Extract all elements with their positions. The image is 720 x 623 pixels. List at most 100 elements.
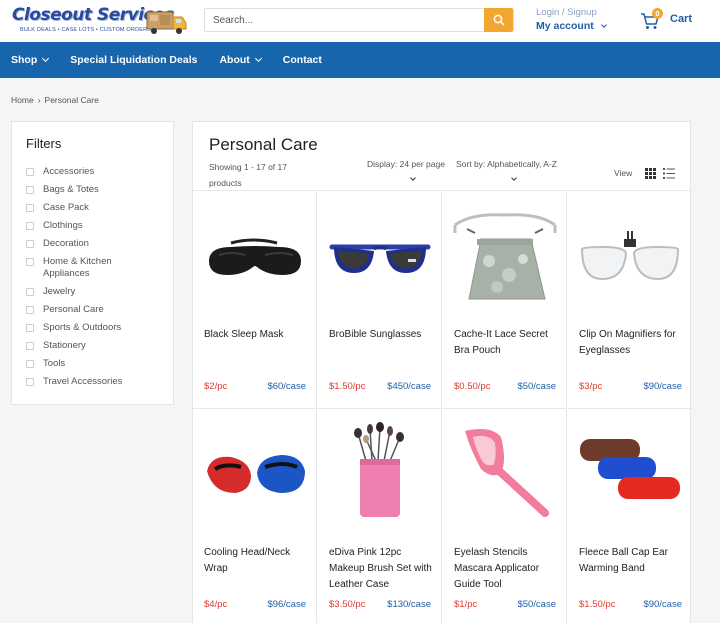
filter-checkbox[interactable] [26, 258, 34, 266]
filter-item[interactable]: Decoration [26, 238, 166, 250]
breadcrumb-home[interactable]: Home [11, 95, 34, 105]
product-case-price: $96/case [267, 599, 306, 610]
product-card[interactable]: eDiva Pink 12pc Makeup Brush Set with Le… [318, 408, 442, 623]
filter-item[interactable]: Tools [26, 358, 166, 370]
filter-checkbox[interactable] [26, 288, 34, 296]
eyelash-stencil-icon [465, 429, 549, 517]
view-label: View [614, 168, 633, 178]
filter-checkbox[interactable] [26, 342, 34, 350]
product-name[interactable]: BroBible Sunglasses [329, 327, 437, 343]
cart-count-badge: 0 [652, 8, 663, 19]
filter-item[interactable]: Sports & Outdoors [26, 322, 166, 334]
product-card[interactable]: Eyelash Stencils Mascara Applicator Guid… [443, 408, 567, 623]
login-signup-link[interactable]: Login / Signup [536, 7, 597, 18]
filter-checkbox[interactable] [26, 222, 34, 230]
breadcrumb-separator-icon: › [37, 95, 41, 105]
filters-title: Filters [26, 136, 62, 151]
filter-label: Bags & Totes [43, 184, 99, 195]
product-card[interactable]: BroBible Sunglasses $1.50/pc $450/case [318, 190, 442, 408]
nav-special-liquidation-deals[interactable]: Special Liquidation Deals [70, 54, 197, 66]
search-icon [493, 14, 505, 26]
grid-view-icon[interactable] [645, 168, 656, 179]
my-account-menu[interactable]: My account [536, 20, 607, 32]
filter-checkbox[interactable] [26, 360, 34, 368]
filter-item[interactable]: Personal Care [26, 304, 166, 316]
neck-wrap-icon [207, 455, 305, 493]
filter-label: Clothings [43, 220, 83, 231]
breadcrumb: Home › Personal Care [11, 95, 99, 105]
pouch-icon [453, 213, 557, 300]
sleep-mask-icon [209, 238, 301, 275]
product-name[interactable]: eDiva Pink 12pc Makeup Brush Set with Le… [329, 545, 437, 593]
results-count: Showing 1 - 17 of 17 products [209, 162, 287, 188]
filter-label: Tools [43, 358, 66, 369]
product-card[interactable]: Fleece Ball Cap Ear Warming Band $1.50/p… [568, 408, 692, 623]
nav-contact-label: Contact [282, 54, 322, 66]
filter-list: Accessories Bags & Totes Case Pack Cloth… [26, 166, 166, 394]
filter-label: Sports & Outdoors [43, 322, 122, 333]
filter-checkbox[interactable] [26, 324, 34, 332]
filter-item[interactable]: Clothings [26, 220, 166, 232]
truck-icon [146, 11, 187, 34]
filter-label: Travel Accessories [43, 376, 123, 387]
filter-checkbox[interactable] [26, 168, 34, 176]
product-name[interactable]: Cooling Head/Neck Wrap [204, 545, 312, 577]
cart-link[interactable]: Cart [670, 13, 692, 25]
nav-deals-label: Special Liquidation Deals [70, 54, 198, 66]
filter-item[interactable]: Stationery [26, 340, 166, 352]
product-case-price: $450/case [387, 381, 431, 392]
nav-contact[interactable]: Contact [283, 54, 322, 66]
product-price: $4/pc [204, 599, 228, 610]
filter-label: Case Pack [43, 202, 89, 213]
product-name[interactable]: Eyelash Stencils Mascara Applicator Guid… [454, 545, 562, 593]
display-per-page-label: Display: 24 per page [367, 159, 445, 169]
filter-checkbox[interactable] [26, 186, 34, 194]
filter-item[interactable]: Travel Accessories [26, 376, 166, 388]
nav-about[interactable]: About [219, 54, 262, 66]
product-card[interactable]: Cooling Head/Neck Wrap $4/pc $96/case [193, 408, 317, 623]
nav-shop[interactable]: Shop [11, 54, 50, 66]
product-case-price: $50/case [517, 599, 556, 610]
main-nav: Shop Special Liquidation Deals About Con… [0, 42, 720, 78]
chevron-down-icon [42, 54, 50, 63]
filter-item[interactable]: Home & Kitchen Appliances [26, 256, 166, 280]
filter-label: Accessories [43, 166, 95, 177]
product-case-price: $90/case [643, 381, 682, 392]
list-view-icon[interactable] [663, 168, 675, 179]
chevron-down-icon [254, 54, 262, 63]
site-header: Closeout Services BULK DEALS • CASE LOTS… [0, 0, 720, 42]
filters-panel: Filters Accessories Bags & Totes Case Pa… [11, 121, 174, 405]
product-case-price: $130/case [387, 599, 431, 610]
sort-by-select[interactable]: Sort by: Alphabetically, A-Z [456, 159, 557, 181]
filter-item[interactable]: Case Pack [26, 202, 166, 214]
product-card[interactable]: Clip On Magnifiers for Eyeglasses $3/pc … [568, 190, 692, 408]
search-button[interactable] [484, 8, 513, 32]
filter-checkbox[interactable] [26, 240, 34, 248]
site-logo[interactable]: Closeout Services BULK DEALS • CASE LOTS… [12, 5, 187, 37]
search-input[interactable] [205, 9, 485, 31]
product-price: $3/pc [579, 381, 603, 392]
my-account-label: My account [536, 20, 594, 32]
sort-by-label: Sort by: Alphabetically, A-Z [456, 159, 557, 169]
filter-checkbox[interactable] [26, 204, 34, 212]
filter-checkbox[interactable] [26, 306, 34, 314]
filter-item[interactable]: Bags & Totes [26, 184, 166, 196]
product-price: $1/pc [454, 599, 478, 610]
product-name[interactable]: Fleece Ball Cap Ear Warming Band [579, 545, 687, 577]
filter-item[interactable]: Jewelry [26, 286, 166, 298]
product-price: $1.50/pc [579, 599, 616, 610]
product-name[interactable]: Clip On Magnifiers for Eyeglasses [579, 327, 687, 359]
display-per-page-select[interactable]: Display: 24 per page [367, 159, 445, 181]
product-card[interactable]: Black Sleep Mask $2/pc $60/case [193, 190, 317, 408]
filter-item[interactable]: Accessories [26, 166, 166, 178]
product-card[interactable]: Cache-It Lace Secret Bra Pouch $0.50/pc … [443, 190, 567, 408]
page-title: Personal Care [209, 135, 318, 154]
product-name[interactable]: Cache-It Lace Secret Bra Pouch [454, 327, 562, 359]
nav-shop-label: Shop [11, 54, 38, 66]
search-bar [204, 8, 514, 32]
product-case-price: $60/case [267, 381, 306, 392]
product-name[interactable]: Black Sleep Mask [204, 327, 312, 343]
filter-checkbox[interactable] [26, 378, 34, 386]
filter-label: Jewelry [43, 286, 76, 297]
product-case-price: $50/case [517, 381, 556, 392]
